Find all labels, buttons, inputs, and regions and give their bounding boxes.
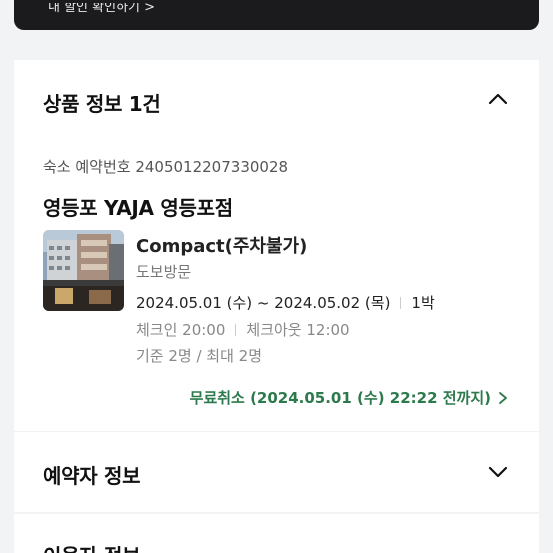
booker-section-title: 예약자 정보	[43, 464, 141, 488]
hotel-name[interactable]: 영등포 YAJA 영등포점	[43, 192, 233, 221]
booker-info-card[interactable]: 예약자 정보	[14, 432, 539, 512]
room-name: Compact(주차불가)	[136, 236, 308, 257]
guest-capacity: 기준 2명 / 최대 2명	[136, 347, 263, 365]
chevron-down-icon[interactable]	[487, 461, 509, 483]
promo-banner[interactable]: 내 할인 확인하기 >	[14, 0, 539, 30]
product-info-card: 상품 정보 1건 숙소 예약번호 2405012207330028 영등포 YA…	[14, 60, 539, 431]
access-type: 도보방문	[136, 263, 192, 281]
user-info-card[interactable]: 이용자 정보	[14, 514, 539, 553]
free-cancel-link[interactable]: 무료취소 (2024.05.01 (수) 22:22 전까지)	[190, 387, 509, 408]
divider	[235, 323, 237, 336]
checkin-time: 체크인 20:00	[136, 321, 226, 339]
chevron-up-icon[interactable]	[487, 88, 509, 110]
reservation-number: 숙소 예약번호 2405012207330028	[43, 158, 289, 176]
nights-count: 1박	[411, 294, 435, 312]
divider	[400, 296, 402, 309]
chevron-right-icon	[497, 391, 509, 405]
check-times-line: 체크인 20:00 체크아웃 12:00	[136, 319, 350, 340]
free-cancel-text: 무료취소 (2024.05.01 (수) 22:22 전까지)	[189, 389, 491, 407]
checkout-time: 체크아웃 12:00	[246, 321, 350, 339]
stay-dates: 2024.05.01 (수) ~ 2024.05.02 (목)	[136, 294, 391, 312]
user-section-title: 이용자 정보	[43, 540, 140, 553]
product-section-title: 상품 정보 1건	[43, 92, 161, 116]
banner-text: 내 할인 확인하기 >	[48, 3, 156, 13]
stay-dates-line: 2024.05.01 (수) ~ 2024.05.02 (목) 1박	[136, 292, 435, 313]
hotel-thumbnail[interactable]	[43, 230, 124, 311]
